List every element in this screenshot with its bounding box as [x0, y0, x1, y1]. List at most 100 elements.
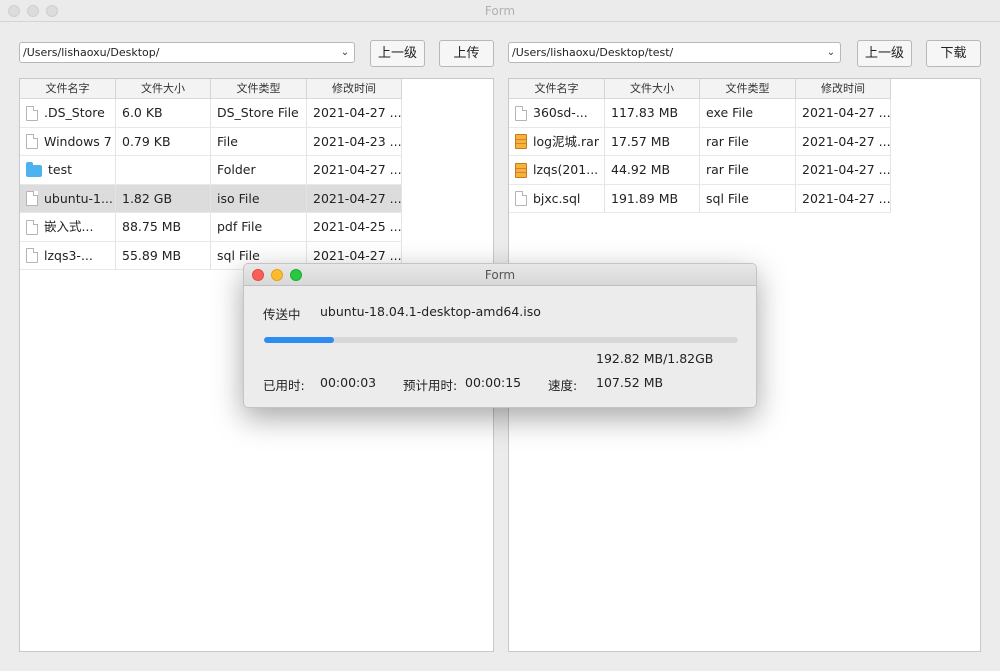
file-type: exe File [700, 99, 796, 127]
file-size: 44.92 MB [605, 156, 700, 184]
elapsed-value: 00:00:03 [320, 375, 377, 390]
file-type: File [211, 127, 307, 156]
eta-label: 预计用时: [403, 378, 458, 393]
file-name: lzqs(201... [533, 162, 599, 177]
file-name: test [48, 162, 73, 177]
file-icon [515, 105, 527, 121]
cell-name: lzqs3-... [20, 241, 116, 270]
remote-table-header: 文件名字 文件大小 文件类型 修改时间 [509, 79, 891, 99]
file-modified: 2021-04-25 ... [307, 213, 402, 241]
file-size: 88.75 MB [116, 213, 211, 241]
file-name: ubuntu-1... [44, 190, 113, 206]
file-icon [26, 219, 38, 235]
file-name: bjxc.sql [533, 190, 581, 206]
column-header-modified[interactable]: 修改时间 [796, 79, 891, 99]
column-header-type[interactable]: 文件类型 [700, 79, 796, 99]
elapsed-label: 已用时: [263, 378, 305, 393]
column-header-name[interactable]: 文件名字 [20, 79, 116, 99]
file-size [116, 156, 211, 184]
file-icon [26, 191, 38, 206]
file-type: rar File [700, 156, 796, 184]
local-table-body: .DS_Store 6.0 KB DS_Store File 2021-04-27 .… [20, 99, 402, 270]
local-up-button[interactable]: 上一级 [370, 40, 425, 67]
file-size: 55.89 MB [116, 241, 211, 270]
local-table-header: 文件名字 文件大小 文件类型 修改时间 [20, 79, 402, 99]
column-header-size[interactable]: 文件大小 [605, 79, 700, 99]
cell-name: 360sd-... [509, 99, 605, 127]
eta-value: 00:00:15 [465, 375, 522, 390]
remote-path-text: /Users/lishaoxu/Desktop/test/ [512, 46, 674, 59]
cell-name: log泥城.rar [509, 127, 605, 156]
table-row[interactable]: 360sd-... 117.83 MB exe File 2021-04-27 ... [509, 99, 891, 128]
file-size: 1.82 GB [116, 184, 211, 213]
transfer-progress-bar [264, 337, 738, 343]
upload-button[interactable]: 上传 [439, 40, 494, 67]
speed-label: 速度: [548, 378, 578, 393]
window-title: Form [484, 4, 516, 18]
table-row[interactable]: Windows 7 0.79 KB File 2021-04-23 ... [20, 127, 402, 156]
column-header-modified[interactable]: 修改时间 [307, 79, 402, 99]
column-header-size[interactable]: 文件大小 [116, 79, 211, 99]
table-row[interactable]: log泥城.rar 17.57 MB rar File 2021-04-27 ... [509, 127, 891, 156]
table-row[interactable]: ubuntu-1... 1.82 GB iso File 2021-04-27 ... [20, 184, 402, 213]
file-type: sql File [700, 184, 796, 213]
table-row[interactable]: 嵌入式... 88.75 MB pdf File 2021-04-25 ... [20, 213, 402, 242]
file-modified: 2021-04-27 ... [796, 127, 891, 156]
file-size: 191.89 MB [605, 184, 700, 213]
table-row[interactable]: .DS_Store 6.0 KB DS_Store File 2021-04-27 .… [20, 99, 402, 128]
folder-icon [26, 162, 42, 177]
file-name: 360sd-... [533, 105, 588, 120]
file-modified: 2021-04-23 ... [307, 127, 402, 156]
file-type: rar File [700, 127, 796, 156]
local-path-text: /Users/lishaoxu/Desktop/ [23, 46, 160, 59]
transfer-filename: ubuntu-18.04.1-desktop-amd64.iso [320, 304, 541, 319]
file-name: lzqs3-... [44, 247, 93, 263]
transfer-status-label: 传送中 [263, 307, 301, 322]
archive-icon [515, 134, 527, 149]
transfer-progress-fill [264, 337, 335, 343]
file-icon [26, 134, 38, 149]
chevron-down-icon: ⌄ [340, 47, 350, 58]
speed-value: 107.52 MB [596, 375, 664, 390]
file-modified: 2021-04-27 ... [796, 184, 891, 213]
file-type: iso File [211, 184, 307, 213]
file-size: 0.79 KB [116, 127, 211, 156]
dialog-title: Form [484, 268, 516, 282]
file-modified: 2021-04-27 ... [307, 156, 402, 184]
table-row[interactable]: lzqs(201... 44.92 MB rar File 2021-04-27 ..… [509, 156, 891, 185]
file-size: 6.0 KB [116, 99, 211, 127]
table-row[interactable]: bjxc.sql 191.89 MB sql File 2021-04-27 ... [509, 184, 891, 213]
cell-name: bjxc.sql [509, 184, 605, 213]
download-button[interactable]: 下载 [926, 40, 981, 67]
column-header-name[interactable]: 文件名字 [509, 79, 605, 99]
file-modified: 2021-04-27 ... [796, 99, 891, 127]
main-titlebar: Form [0, 0, 1000, 22]
file-type: Folder [211, 156, 307, 184]
cell-name: Windows 7 [20, 127, 116, 156]
column-header-type[interactable]: 文件类型 [211, 79, 307, 99]
table-row[interactable]: test Folder 2021-04-27 ... [20, 156, 402, 185]
cell-name: 嵌入式... [20, 213, 116, 241]
cell-name: test [20, 156, 116, 184]
transfer-progress-dialog: Form 传送中 ubuntu-18.04.1-desktop-amd64.is… [243, 263, 757, 408]
cell-name: ubuntu-1... [20, 184, 116, 213]
remote-path-combo[interactable]: /Users/lishaoxu/Desktop/test/ ⌄ [508, 42, 841, 63]
file-icon [515, 191, 527, 206]
remote-table-body: 360sd-... 117.83 MB exe File 2021-04-27 ...… [509, 99, 891, 213]
file-name: log泥城.rar [533, 133, 599, 149]
cell-name: lzqs(201... [509, 156, 605, 184]
archive-icon [515, 162, 527, 178]
file-size: 17.57 MB [605, 127, 700, 156]
cell-name: .DS_Store [20, 99, 116, 127]
file-modified: 2021-04-27 ... [796, 156, 891, 184]
file-modified: 2021-04-27 ... [307, 184, 402, 213]
local-path-combo[interactable]: /Users/lishaoxu/Desktop/ ⌄ [19, 42, 355, 63]
file-name: Windows 7 [44, 133, 112, 149]
remote-up-button[interactable]: 上一级 [857, 40, 912, 67]
file-name: 嵌入式... [44, 219, 94, 234]
file-type: pdf File [211, 213, 307, 241]
file-type: DS_Store File [211, 99, 307, 127]
file-icon [26, 105, 38, 121]
file-icon [26, 248, 38, 263]
file-size: 117.83 MB [605, 99, 700, 127]
